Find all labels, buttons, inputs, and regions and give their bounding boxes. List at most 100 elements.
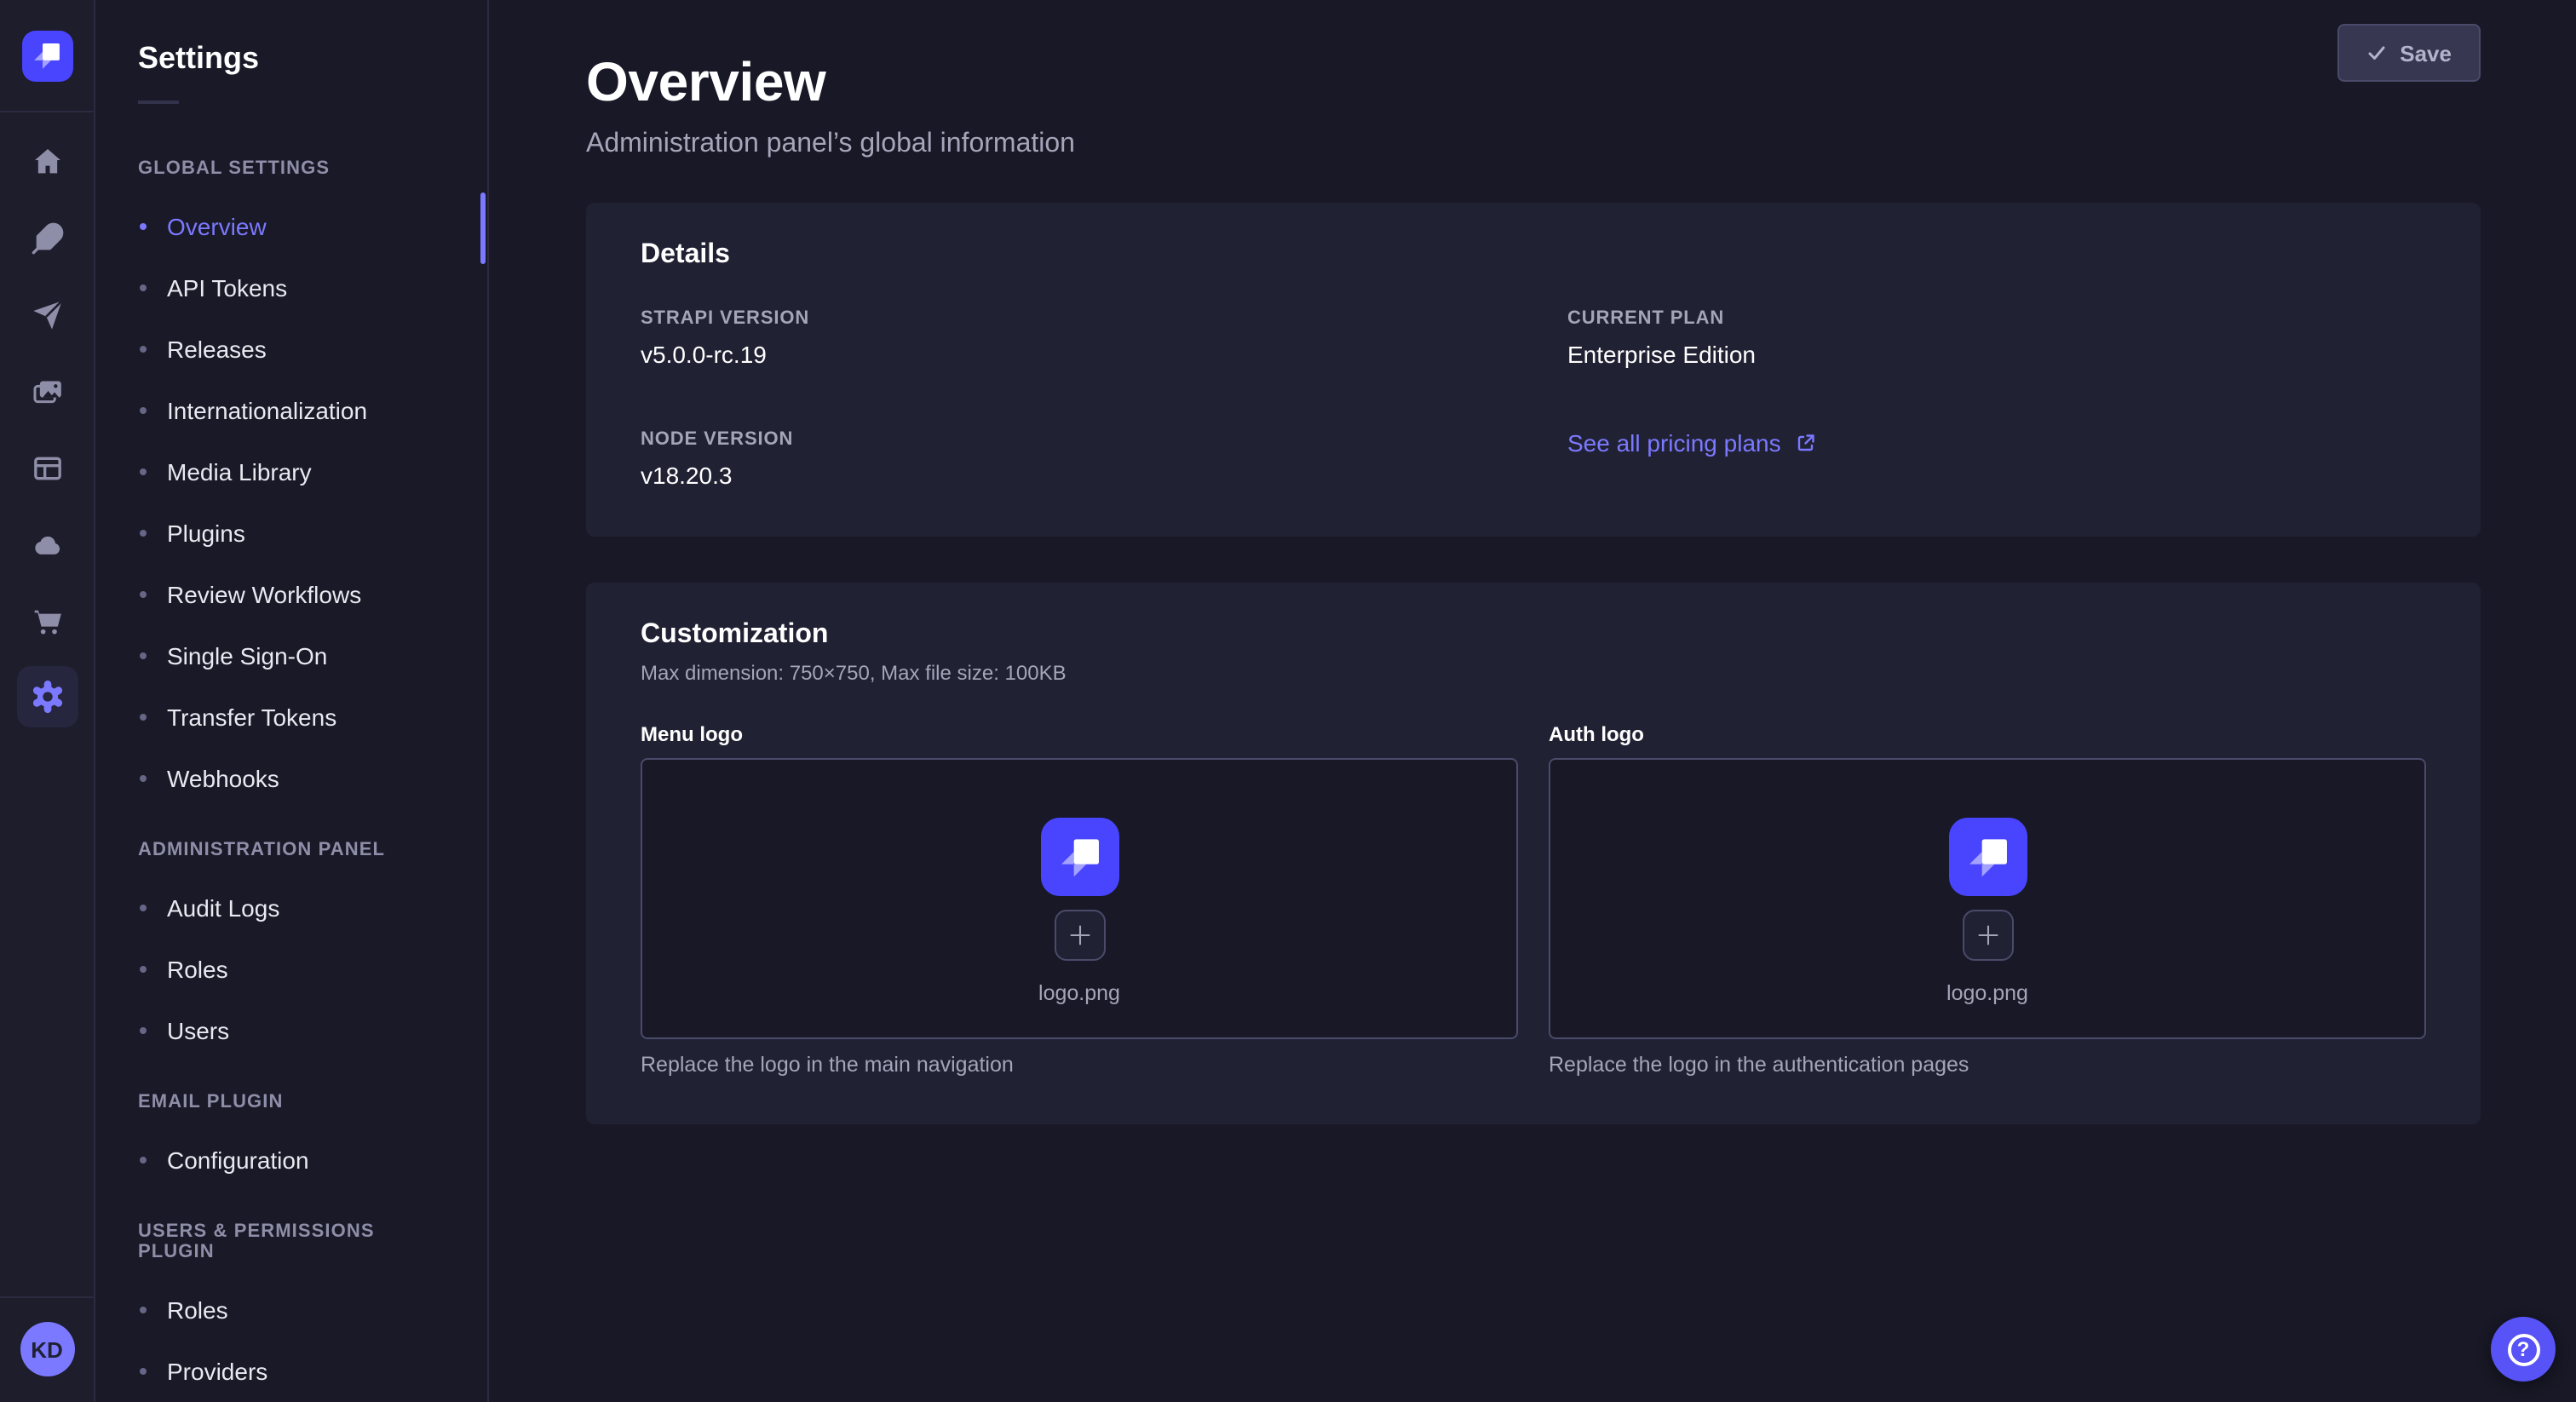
bullet-icon	[140, 714, 147, 721]
subnav-scrollbar-thumb[interactable]	[480, 192, 486, 264]
subnav-item-media-library[interactable]: Media Library	[95, 441, 487, 503]
check-icon	[2366, 43, 2386, 63]
subnav-item-review-workflows[interactable]: Review Workflows	[95, 564, 487, 625]
subnav-item-label: Releases	[167, 336, 267, 363]
bullet-icon	[140, 407, 147, 414]
bullet-icon	[140, 1307, 147, 1313]
page-subtitle: Administration panel’s global informatio…	[586, 129, 2481, 160]
rail-footer: KD	[0, 1296, 94, 1402]
subnav-item-email-configuration[interactable]: Configuration	[95, 1129, 487, 1191]
subnav-item-plugins[interactable]: Plugins	[95, 503, 487, 564]
bullet-icon	[140, 223, 147, 230]
bullet-icon	[140, 530, 147, 537]
subnav-item-releases[interactable]: Releases	[95, 319, 487, 380]
bullet-icon	[140, 1027, 147, 1034]
subnav-item-overview[interactable]: Overview	[95, 196, 487, 257]
save-button-label: Save	[2400, 40, 2452, 66]
strapi-logo-icon	[31, 39, 63, 72]
auth-logo-field: Auth logo	[1549, 722, 2426, 1077]
subnav-item-webhooks[interactable]: Webhooks	[95, 748, 487, 809]
auth-logo-add-button[interactable]	[1962, 909, 2013, 960]
subnav-item-label: Roles	[167, 1296, 228, 1324]
nav-home[interactable]	[0, 123, 94, 199]
section-label-administration-panel: ADMINISTRATION PANEL	[138, 840, 446, 860]
external-link-icon	[1797, 433, 1817, 453]
menu-logo-upload-box[interactable]: logo.png	[641, 758, 1518, 1039]
main-nav-rail: KD	[0, 0, 95, 1402]
main-content: Overview Administration panel’s global i…	[491, 0, 2576, 1402]
nav-cloud[interactable]	[0, 506, 94, 583]
strapi-logo[interactable]	[21, 30, 72, 81]
subnav-item-single-sign-on[interactable]: Single Sign-On	[95, 625, 487, 687]
current-plan-field: CURRENT PLAN Enterprise Edition	[1567, 308, 2426, 368]
subnav-item-label: Transfer Tokens	[167, 704, 336, 731]
subnav-item-admin-users[interactable]: Users	[95, 1000, 487, 1061]
pricing-plans-link[interactable]: See all pricing plans	[1567, 429, 1817, 457]
auth-logo-preview	[1948, 817, 2027, 895]
current-plan-label: CURRENT PLAN	[1567, 308, 2426, 329]
user-avatar[interactable]: KD	[20, 1322, 74, 1376]
nav-settings[interactable]	[16, 666, 78, 727]
customization-card-title: Customization	[641, 620, 2426, 651]
nav-content-type-builder[interactable]	[0, 199, 94, 276]
pricing-plans-link-label: See all pricing plans	[1567, 429, 1781, 457]
subnav-list: GLOBAL SETTINGS Overview API Tokens Rele…	[95, 104, 487, 1402]
plus-icon	[1975, 922, 1999, 946]
strapi-version-label: STRAPI VERSION	[641, 308, 1499, 329]
details-grid: STRAPI VERSION v5.0.0-rc.19 CURRENT PLAN…	[641, 308, 2426, 489]
subnav-item-audit-logs[interactable]: Audit Logs	[95, 877, 487, 939]
cloud-icon	[30, 527, 64, 561]
nav-marketplace[interactable]	[0, 583, 94, 659]
node-version-value: v18.20.3	[641, 462, 1499, 489]
bullet-icon	[140, 652, 147, 659]
layout-icon	[30, 451, 64, 485]
subnav-item-admin-roles[interactable]: Roles	[95, 939, 487, 1000]
strapi-logo-icon	[1964, 832, 2011, 880]
current-plan-value: Enterprise Edition	[1567, 341, 2426, 368]
strapi-logo-icon	[1055, 832, 1103, 880]
menu-logo-label: Menu logo	[641, 722, 1518, 746]
subnav-item-transfer-tokens[interactable]: Transfer Tokens	[95, 687, 487, 748]
paper-plane-icon	[30, 297, 64, 331]
strapi-version-value: v5.0.0-rc.19	[641, 341, 1499, 368]
section-label-email-plugin: EMAIL PLUGIN	[138, 1092, 446, 1112]
menu-logo-add-button[interactable]	[1054, 909, 1105, 960]
help-button[interactable]: ?	[2491, 1317, 2556, 1382]
bullet-icon	[140, 1368, 147, 1375]
subnav-item-up-providers[interactable]: Providers	[95, 1341, 487, 1402]
nav-deploy[interactable]	[0, 276, 94, 353]
subnav-item-internationalization[interactable]: Internationalization	[95, 380, 487, 441]
section-label-users-permissions-plugin: USERS & PERMISSIONS PLUGIN	[138, 1221, 446, 1262]
subnav-item-label: Overview	[167, 213, 267, 240]
node-version-label: NODE VERSION	[641, 429, 1499, 450]
menu-logo-filename: logo.png	[1038, 980, 1120, 1004]
subnav-item-label: Providers	[167, 1358, 267, 1385]
pictures-icon	[30, 374, 64, 408]
menu-logo-field: Menu logo	[641, 722, 1518, 1077]
subnav-item-label: Webhooks	[167, 765, 279, 792]
subnav-item-label: Users	[167, 1017, 229, 1044]
subnav-item-up-roles[interactable]: Roles	[95, 1279, 487, 1341]
auth-logo-filename: logo.png	[1946, 980, 2028, 1004]
strapi-admin-settings-page: KD Settings GLOBAL SETTINGS Overview API…	[0, 0, 2576, 1402]
customization-card: Customization Max dimension: 750×750, Ma…	[586, 583, 2481, 1124]
gear-icon	[28, 678, 66, 715]
nav-media-library[interactable]	[0, 353, 94, 429]
auth-logo-upload-box[interactable]: logo.png	[1549, 758, 2426, 1039]
nav-content-manager[interactable]	[0, 429, 94, 506]
bullet-icon	[140, 468, 147, 475]
bullet-icon	[140, 775, 147, 782]
subnav-item-label: Review Workflows	[167, 581, 361, 608]
strapi-version-field: STRAPI VERSION v5.0.0-rc.19	[641, 308, 1499, 368]
bullet-icon	[140, 591, 147, 598]
subnav-item-label: Roles	[167, 956, 228, 983]
pricing-plans-cell: See all pricing plans	[1567, 429, 2426, 489]
save-button[interactable]: Save	[2337, 24, 2481, 82]
customization-card-subtitle: Max dimension: 750×750, Max file size: 1…	[641, 661, 2426, 685]
feather-icon	[30, 221, 64, 255]
subnav-item-label: Plugins	[167, 520, 245, 547]
subnav-item-api-tokens[interactable]: API Tokens	[95, 257, 487, 319]
page-title: Overview	[586, 51, 2481, 114]
page-header: Overview Administration panel’s global i…	[586, 0, 2481, 203]
subnav-title: Settings	[95, 0, 487, 77]
